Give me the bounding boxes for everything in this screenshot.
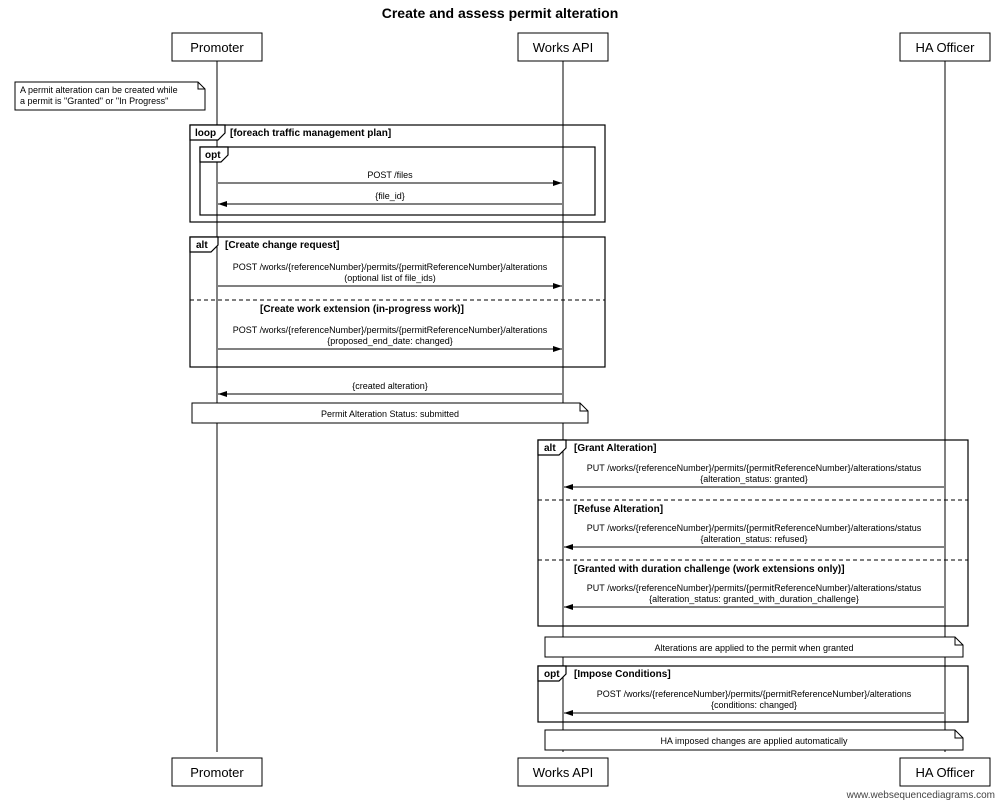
msg-post-files: POST /files xyxy=(218,170,562,183)
svg-text:{created alteration}: {created alteration} xyxy=(352,381,428,391)
svg-text:POST /works/{referenceNumber}/: POST /works/{referenceNumber}/permits/{p… xyxy=(233,262,548,272)
svg-text:loop: loop xyxy=(195,128,216,139)
svg-text:alt: alt xyxy=(196,240,208,251)
svg-text:alt: alt xyxy=(544,443,556,454)
svg-text:{alteration_status: granted_wi: {alteration_status: granted_with_duratio… xyxy=(649,594,859,604)
msg-put-status-granted: PUT /works/{referenceNumber}/permits/{pe… xyxy=(564,463,944,487)
svg-text:opt: opt xyxy=(205,150,221,161)
alt-guard-challenge: [Granted with duration challenge (work e… xyxy=(574,564,845,575)
svg-text:{file_id}: {file_id} xyxy=(375,191,405,201)
diagram-title: Create and assess permit alteration xyxy=(382,5,619,21)
msg-put-status-challenge: PUT /works/{referenceNumber}/permits/{pe… xyxy=(564,583,944,607)
svg-text:{proposed_end_date: changed}: {proposed_end_date: changed} xyxy=(327,336,453,346)
svg-text:HA Officer: HA Officer xyxy=(915,765,975,780)
msg-post-alterations-cond: POST /works/{referenceNumber}/permits/{p… xyxy=(564,689,944,713)
note-permit-states: A permit alteration can be created while… xyxy=(15,82,205,110)
frame-alt-create: alt [Create change request] xyxy=(190,237,605,367)
svg-text:POST /works/{referenceNumber}/: POST /works/{referenceNumber}/permits/{p… xyxy=(233,325,548,335)
svg-text:Promoter: Promoter xyxy=(190,40,244,55)
actor-worksapi-top: Works API xyxy=(518,33,608,61)
svg-text:HA imposed changes are applied: HA imposed changes are applied automatic… xyxy=(660,736,848,746)
actor-haofficer-top: HA Officer xyxy=(900,33,990,61)
alt-guard-refuse: [Refuse Alteration] xyxy=(574,504,663,515)
footer-watermark: www.websequencediagrams.com xyxy=(846,790,995,801)
sequence-diagram: Create and assess permit alteration Prom… xyxy=(0,0,1000,802)
svg-text:POST /files: POST /files xyxy=(367,170,413,180)
svg-text:Works API: Works API xyxy=(533,765,593,780)
actor-promoter-top: Promoter xyxy=(172,33,262,61)
svg-text:[Impose Conditions]: [Impose Conditions] xyxy=(574,669,671,680)
actor-haofficer-bottom: HA Officer xyxy=(900,758,990,786)
svg-text:{conditions: changed}: {conditions: changed} xyxy=(711,700,797,710)
note-alterations-applied: Alterations are applied to the permit wh… xyxy=(545,637,963,657)
alt-guard-work-ext: [Create work extension (in-progress work… xyxy=(260,304,464,315)
msg-file-id: {file_id} xyxy=(218,191,562,204)
svg-text:PUT /works/{referenceNumber}/p: PUT /works/{referenceNumber}/permits/{pe… xyxy=(587,463,922,473)
svg-text:A permit alteration can be cre: A permit alteration can be created while xyxy=(20,85,178,95)
svg-text:{alteration_status: granted}: {alteration_status: granted} xyxy=(700,474,808,484)
svg-text:HA Officer: HA Officer xyxy=(915,40,975,55)
svg-text:opt: opt xyxy=(544,669,560,680)
msg-created-alteration: {created alteration} xyxy=(218,381,562,394)
actor-worksapi-bottom: Works API xyxy=(518,758,608,786)
note-status-submitted: Permit Alteration Status: submitted xyxy=(192,403,588,423)
svg-text:[Create change request]: [Create change request] xyxy=(225,240,339,251)
svg-text:PUT /works/{referenceNumber}/p: PUT /works/{referenceNumber}/permits/{pe… xyxy=(587,583,922,593)
svg-text:Works API: Works API xyxy=(533,40,593,55)
svg-text:(optional list of file_ids): (optional list of file_ids) xyxy=(344,273,436,283)
msg-post-alterations-we: POST /works/{referenceNumber}/permits/{p… xyxy=(218,325,562,349)
svg-text:{alteration_status: refused}: {alteration_status: refused} xyxy=(700,534,807,544)
frame-opt-files: opt xyxy=(200,147,595,215)
svg-text:a permit is "Granted" or "In P: a permit is "Granted" or "In Progress" xyxy=(20,96,168,106)
svg-text:Permit Alteration Status: subm: Permit Alteration Status: submitted xyxy=(321,409,459,419)
msg-post-alterations-cr: POST /works/{referenceNumber}/permits/{p… xyxy=(218,262,562,286)
svg-text:Promoter: Promoter xyxy=(190,765,244,780)
svg-text:POST /works/{referenceNumber}/: POST /works/{referenceNumber}/permits/{p… xyxy=(597,689,912,699)
msg-put-status-refused: PUT /works/{referenceNumber}/permits/{pe… xyxy=(564,523,944,547)
svg-text:[Grant Alteration]: [Grant Alteration] xyxy=(574,443,656,454)
note-ha-applied: HA imposed changes are applied automatic… xyxy=(545,730,963,750)
actor-promoter-bottom: Promoter xyxy=(172,758,262,786)
svg-text:[foreach traffic management pl: [foreach traffic management plan] xyxy=(230,128,391,139)
svg-text:Alterations are applied to the: Alterations are applied to the permit wh… xyxy=(654,643,853,653)
svg-text:PUT /works/{referenceNumber}/p: PUT /works/{referenceNumber}/permits/{pe… xyxy=(587,523,922,533)
